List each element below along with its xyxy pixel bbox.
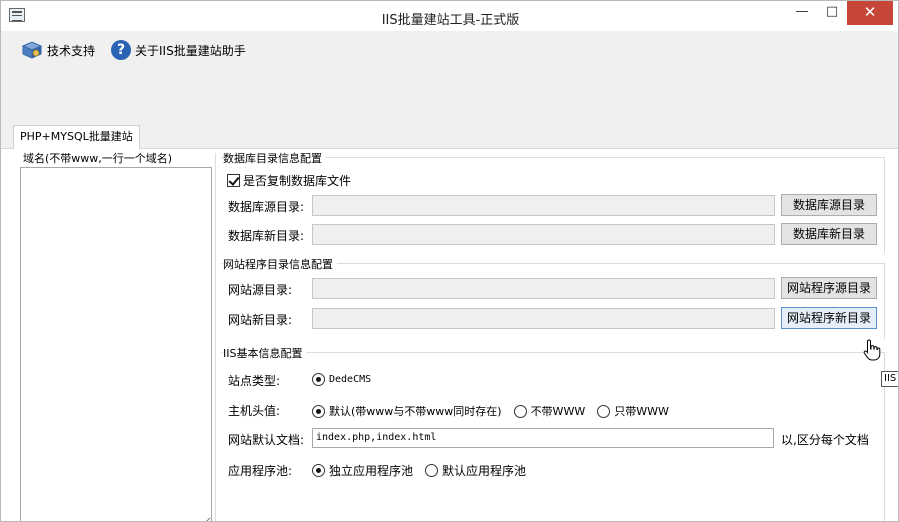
site-group-title: 网站程序目录信息配置 bbox=[223, 256, 337, 272]
host-header-option-label: 只带WWW bbox=[614, 405, 669, 418]
site-target-input[interactable] bbox=[312, 308, 775, 329]
site-source-label: 网站源目录: bbox=[228, 283, 293, 297]
app-pool-option-label: 默认应用程序池 bbox=[442, 464, 527, 478]
iis-group-title: IIS基本信息配置 bbox=[223, 345, 307, 361]
site-source-button[interactable]: 网站程序源目录 bbox=[781, 277, 877, 299]
copy-db-checkbox[interactable] bbox=[227, 174, 240, 187]
about-label: 关于IIS批量建站助手 bbox=[135, 43, 246, 58]
help-icon: ? bbox=[111, 40, 131, 60]
app-pool-label: 应用程序池: bbox=[228, 464, 293, 478]
host-header-option-label: 默认(带www与不带www同时存在) bbox=[329, 405, 502, 418]
host-header-option-default[interactable]: 默认(带www与不带www同时存在) bbox=[312, 403, 502, 419]
radio-icon[interactable] bbox=[513, 404, 527, 418]
db-target-button[interactable]: 数据库新目录 bbox=[781, 223, 877, 245]
site-target-button[interactable]: 网站程序新目录 bbox=[781, 307, 877, 329]
host-header-label: 主机头值: bbox=[228, 404, 281, 418]
support-label: 技术支持 bbox=[47, 43, 96, 58]
support-button[interactable]: 技术支持 bbox=[21, 38, 95, 62]
db-group-border-right bbox=[884, 157, 885, 253]
minimize-button[interactable]: — bbox=[787, 1, 817, 25]
default-doc-hint: 以,区分每个文档 bbox=[781, 433, 869, 447]
close-button[interactable]: ✕ bbox=[847, 1, 893, 25]
radio-icon[interactable] bbox=[597, 404, 611, 418]
db-target-input[interactable] bbox=[312, 224, 775, 245]
divider bbox=[215, 153, 216, 521]
toolbar: 技术支持 ? 关于IIS批量建站助手 bbox=[1, 31, 898, 125]
tooltip: IIS bbox=[881, 371, 898, 387]
app-pool-radio-group: 独立应用程序池 默认应用程序池 bbox=[312, 462, 538, 479]
radio-icon[interactable] bbox=[425, 464, 439, 477]
support-icon bbox=[21, 40, 43, 60]
window-title: IIS批量建站工具-正式版 bbox=[381, 13, 520, 28]
about-button[interactable]: ? 关于IIS批量建站助手 bbox=[111, 38, 246, 62]
maximize-button[interactable]: □ bbox=[819, 1, 845, 25]
site-group-border-right bbox=[884, 263, 885, 339]
site-source-input[interactable] bbox=[312, 278, 775, 299]
host-header-option-no-www[interactable]: 不带WWW bbox=[513, 403, 586, 419]
iis-group-border bbox=[221, 352, 885, 353]
site-type-option-dedecms[interactable]: DedeCMS bbox=[312, 373, 371, 386]
app-pool-option-default[interactable]: 默认应用程序池 bbox=[425, 462, 526, 479]
tab-php-mysql[interactable]: PHP+MYSQL批量建站 bbox=[13, 125, 140, 150]
db-source-button[interactable]: 数据库源目录 bbox=[781, 194, 877, 216]
tab-content: 域名(不带www,一行一个域名) 数据库目录信息配置 是否复制数据库文件 数据库… bbox=[1, 149, 898, 521]
host-header-option-www-only[interactable]: 只带WWW bbox=[597, 403, 669, 419]
default-doc-input[interactable]: index.php,index.html bbox=[312, 428, 774, 448]
site-type-option-label: DedeCMS bbox=[329, 374, 372, 385]
site-type-label: 站点类型: bbox=[228, 374, 281, 388]
default-doc-label: 网站默认文档: bbox=[228, 433, 305, 447]
hand-cursor-icon bbox=[863, 339, 881, 361]
host-header-radio-group: 默认(带www与不带www同时存在) 不带WWW 只带WWW bbox=[312, 403, 681, 419]
app-window: IIS批量建站工具-正式版 — □ ✕ 技术支持 ? 关于IIS批量建站助手 P… bbox=[0, 0, 899, 522]
radio-icon[interactable] bbox=[312, 373, 325, 386]
copy-db-label: 是否复制数据库文件 bbox=[243, 174, 352, 188]
db-group-title: 数据库目录信息配置 bbox=[223, 150, 326, 166]
domain-list-label: 域名(不带www,一行一个域名) bbox=[23, 152, 173, 165]
title-bar[interactable]: IIS批量建站工具-正式版 — □ ✕ bbox=[1, 1, 898, 31]
copy-db-checkbox-row[interactable]: 是否复制数据库文件 bbox=[227, 172, 351, 189]
host-header-option-label: 不带WWW bbox=[530, 405, 586, 418]
app-pool-option-label: 独立应用程序池 bbox=[329, 464, 414, 478]
db-source-label: 数据库源目录: bbox=[228, 200, 305, 214]
tab-strip: PHP+MYSQL批量建站 bbox=[1, 125, 898, 150]
site-target-label: 网站新目录: bbox=[228, 313, 293, 327]
radio-icon[interactable] bbox=[312, 464, 325, 477]
app-pool-option-dedicated[interactable]: 独立应用程序池 bbox=[312, 462, 413, 479]
db-target-label: 数据库新目录: bbox=[228, 229, 305, 243]
domain-list-textarea[interactable] bbox=[20, 167, 212, 521]
site-type-radio-group: DedeCMS bbox=[312, 373, 383, 386]
radio-icon[interactable] bbox=[312, 404, 325, 418]
db-source-input[interactable] bbox=[312, 195, 775, 216]
